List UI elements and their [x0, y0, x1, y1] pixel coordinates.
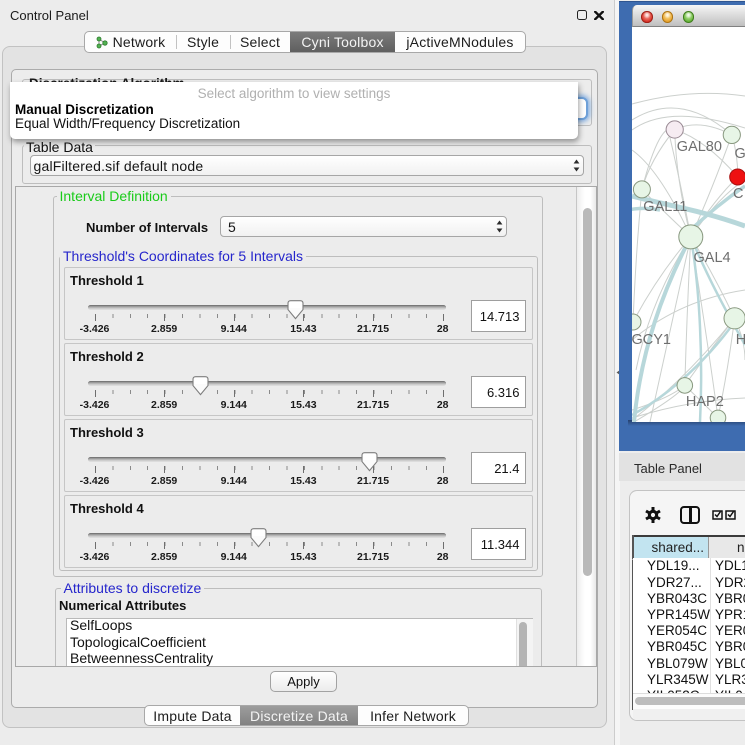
svg-text:GA: GA: [735, 146, 745, 162]
svg-text:GAL4: GAL4: [694, 250, 731, 266]
svg-text:GCY1: GCY1: [632, 332, 671, 348]
svg-text:HAP2: HAP2: [686, 394, 724, 410]
svg-text:GAL80: GAL80: [677, 139, 722, 155]
svg-text:GAL11: GAL11: [643, 199, 687, 215]
svg-text:C: C: [733, 186, 743, 202]
svg-text:H: H: [736, 332, 745, 348]
